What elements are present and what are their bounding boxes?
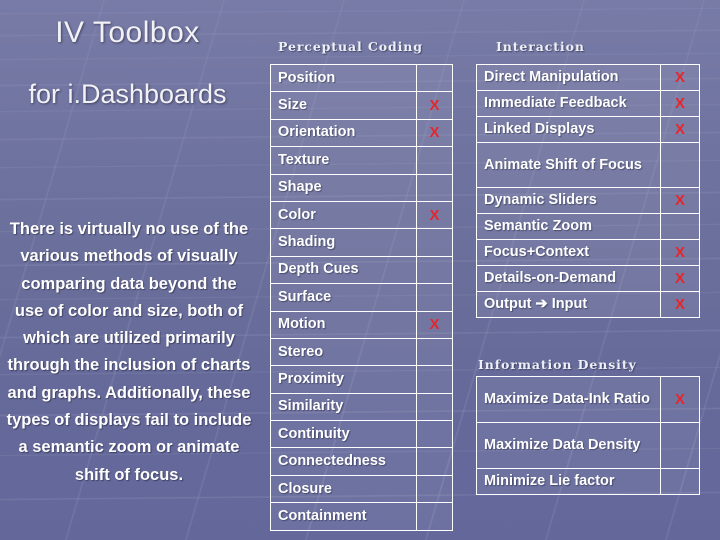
row-label: Size (270, 91, 417, 120)
table-row: Motion X (270, 310, 453, 339)
row-mark-checked: X (660, 265, 700, 292)
row-mark-empty (416, 420, 453, 449)
table-row: Stereo (270, 337, 453, 367)
table-row: Output ➔ Input X (476, 291, 700, 318)
row-label: Color (270, 200, 417, 230)
table-row: Immediate Feedback X (476, 90, 700, 117)
table-row: Shape (270, 173, 453, 202)
section-header-perceptual-coding: Perceptual Coding (278, 39, 423, 54)
row-label: Containment (270, 502, 417, 531)
row-mark-empty (416, 502, 453, 531)
table-row: Texture (270, 146, 453, 175)
row-mark-empty (660, 468, 700, 495)
row-label: Depth Cues (270, 255, 417, 285)
table-row: Similarity (270, 392, 453, 422)
section-header-information-density: Information Density (478, 357, 637, 372)
table-row: Containment (270, 502, 453, 531)
row-label: Output ➔ Input (476, 291, 661, 318)
row-label: Linked Displays (476, 116, 661, 143)
table-row: Details-on-Demand X (476, 265, 700, 292)
table-row: Continuity (270, 420, 453, 449)
row-label: Minimize Lie factor (476, 468, 661, 495)
table-row: Connectedness (270, 447, 453, 476)
table-row: Closure (270, 474, 453, 504)
row-label: Shading (270, 228, 417, 257)
row-mark-empty (416, 255, 453, 285)
row-label: Shape (270, 173, 417, 202)
row-label: Closure (270, 474, 417, 504)
table-row: Color X (270, 200, 453, 230)
table-row: Shading (270, 228, 453, 257)
table-information-density: Maximize Data-Ink Ratio X Maximize Data De… (476, 376, 700, 495)
table-row: Direct Manipulation X (476, 64, 700, 91)
table-row: Minimize Lie factor (476, 468, 700, 495)
table-row: Orientation X (270, 118, 453, 148)
row-label: Animate Shift of Focus (476, 142, 661, 188)
row-label: Orientation (270, 118, 417, 148)
table-row: Size X (270, 91, 453, 120)
row-label: Semantic Zoom (476, 213, 661, 240)
table-row: Depth Cues (270, 255, 453, 285)
row-mark-empty (416, 63, 453, 93)
body-paragraph: There is virtually no use of the various… (6, 220, 252, 484)
row-label: Motion (270, 310, 417, 339)
table-row: Maximize Data-Ink Ratio X (476, 376, 700, 423)
row-label: Details-on-Demand (476, 265, 661, 292)
row-mark-empty (416, 173, 453, 202)
table-row: Focus+Context X (476, 239, 700, 266)
table-row: Animate Shift of Focus (476, 142, 700, 188)
row-label: Maximize Data Density (476, 422, 661, 469)
row-mark-empty (416, 283, 453, 312)
row-mark-checked: X (416, 118, 453, 148)
row-label: Proximity (270, 365, 417, 394)
row-mark-empty (660, 213, 700, 240)
row-mark-checked: X (416, 310, 453, 339)
table-interaction: Direct Manipulation X Immediate Feedback X L… (476, 64, 700, 318)
left-text-column: IV Toolbox for i.Dashboards There is vir… (0, 0, 265, 540)
row-label: Maximize Data-Ink Ratio (476, 376, 661, 423)
row-label: Similarity (270, 392, 417, 422)
row-mark-checked: X (660, 291, 700, 318)
page-title: IV Toolbox (55, 16, 200, 49)
row-mark-checked: X (416, 91, 453, 120)
row-label: Texture (270, 146, 417, 175)
row-mark-empty (416, 447, 453, 476)
row-mark-checked: X (660, 376, 700, 423)
row-label: Connectedness (270, 447, 417, 476)
section-header-interaction: Interaction (496, 39, 585, 54)
table-row: Proximity (270, 365, 453, 394)
row-mark-empty (416, 146, 453, 175)
row-mark-empty (660, 422, 700, 469)
row-label: Surface (270, 283, 417, 312)
row-mark-empty (416, 337, 453, 367)
row-label: Continuity (270, 420, 417, 449)
row-label: Focus+Context (476, 239, 661, 266)
row-label: Position (270, 63, 417, 93)
slide-canvas: IV Toolbox for i.Dashboards There is vir… (0, 0, 720, 540)
row-mark-checked: X (660, 64, 700, 91)
table-perceptual-coding: Position Size X Orientation X Texture Shape Col… (270, 63, 453, 531)
row-mark-empty (416, 365, 453, 394)
row-mark-empty (416, 474, 453, 504)
row-label: Direct Manipulation (476, 64, 661, 91)
table-row: Linked Displays X (476, 116, 700, 143)
row-mark-empty (416, 228, 453, 257)
table-row: Surface (270, 283, 453, 312)
table-row: Maximize Data Density (476, 422, 700, 469)
row-mark-empty (416, 392, 453, 422)
row-mark-checked: X (660, 187, 700, 214)
page-subtitle: for i.Dashboards (28, 79, 227, 109)
row-label: Dynamic Sliders (476, 187, 661, 214)
row-mark-checked: X (660, 239, 700, 266)
row-label: Immediate Feedback (476, 90, 661, 117)
row-mark-empty (660, 142, 700, 188)
row-mark-checked: X (416, 200, 453, 230)
table-row: Position (270, 63, 453, 93)
row-mark-checked: X (660, 116, 700, 143)
row-mark-checked: X (660, 90, 700, 117)
table-row: Semantic Zoom (476, 213, 700, 240)
table-row: Dynamic Sliders X (476, 187, 700, 214)
row-label: Stereo (270, 337, 417, 367)
